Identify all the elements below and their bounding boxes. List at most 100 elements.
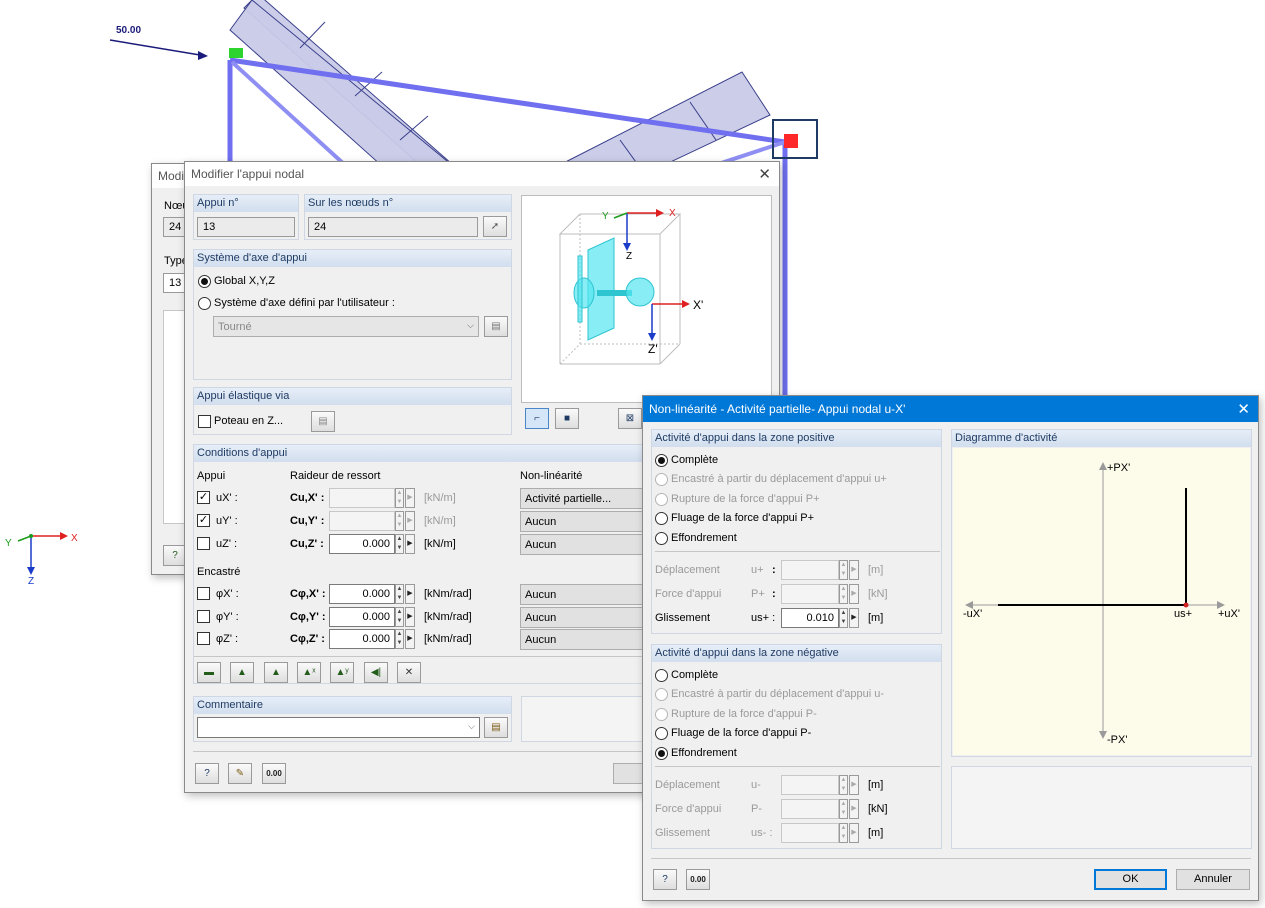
pos-failure-radio[interactable] [655, 493, 668, 506]
uy-label: uY' : [216, 515, 238, 527]
neg-slip-spinner[interactable]: ▲ ▼ [839, 823, 848, 843]
pos-slip-spinner[interactable]: ▲ ▼ [839, 608, 848, 628]
pos-complete-label: Complète [671, 454, 719, 466]
cuy-spinner[interactable]: ▲ ▼ [395, 511, 404, 531]
pos-displacement-input[interactable] [781, 560, 839, 580]
on-nodes-field[interactable]: 24 [308, 217, 478, 237]
diagram-u-positive-label: +uX' [1218, 608, 1240, 620]
view-axes-display-button[interactable]: ⊠ [618, 408, 642, 429]
pos-force-spinner[interactable]: ▲ ▼ [839, 584, 848, 604]
pos-displacement-menu-arrow[interactable]: ▶ [849, 560, 859, 580]
phiz-checkbox[interactable] [197, 632, 210, 645]
preset-hinged-button[interactable]: ▬ [197, 662, 221, 683]
neg-complete-radio[interactable] [655, 669, 668, 682]
neg-slip-input[interactable] [781, 823, 839, 843]
phix-checkbox[interactable] [197, 587, 210, 600]
cphiz-input[interactable]: 0.000 [329, 629, 395, 649]
elastic-support-header: Appui élastique via [194, 388, 511, 405]
pos-slip-menu-arrow[interactable]: ▶ [849, 608, 859, 628]
cuz-label: Cu,Z' : [290, 538, 324, 550]
diagram-p-positive-label: +PX' [1107, 462, 1131, 474]
pick-node-button[interactable]: ➚ [483, 216, 507, 237]
cphix-menu-arrow[interactable]: ▶ [405, 584, 415, 604]
cux-spinner[interactable]: ▲ ▼ [395, 488, 404, 508]
comment-combo[interactable]: ⌵ [197, 717, 480, 738]
preset-roller-y-button[interactable]: ▲ʸ [330, 662, 354, 683]
preset-free-button[interactable]: ✕ [397, 662, 421, 683]
neg-force-label: Force d'appui [655, 803, 722, 815]
cux-input[interactable] [329, 488, 395, 508]
column-z-edit-button[interactable]: ▤ [311, 411, 335, 432]
comment-header: Commentaire [194, 697, 511, 714]
units-decimals-button[interactable]: 0.00 [262, 763, 286, 784]
preset-fixed-button[interactable]: ▲ [230, 662, 254, 683]
preset-pinned-button[interactable]: ▲ [264, 662, 288, 683]
neg-displacement-spinner[interactable]: ▲ ▼ [839, 775, 848, 795]
neg-displacement-input[interactable] [781, 775, 839, 795]
neg-collapse-radio[interactable] [655, 747, 668, 760]
neg-collapse-label: Effondrement [671, 747, 737, 759]
neg-force-menu-arrow[interactable]: ▶ [849, 799, 859, 819]
axis-system-edit-button[interactable]: ▤ [484, 316, 508, 337]
close-icon[interactable]: ✕ [1237, 400, 1250, 418]
col-nonlinearity-header: Non-linéarité [520, 470, 583, 482]
preview-axis-z: Z [626, 251, 633, 262]
pos-slip-input[interactable]: 0.010 [781, 608, 839, 628]
neg-force-spinner[interactable]: ▲ ▼ [839, 799, 848, 819]
cphiy-input[interactable]: 0.000 [329, 607, 395, 627]
cuy-input[interactable] [329, 511, 395, 531]
cuz-menu-arrow[interactable]: ▶ [405, 534, 415, 554]
cuz-input[interactable]: 0.000 [329, 534, 395, 554]
preset-roller-x-button[interactable]: ▲ˣ [297, 662, 321, 683]
cux-menu-arrow[interactable]: ▶ [405, 488, 415, 508]
ok-button-partial[interactable] [613, 763, 643, 784]
rotated-axis-combo[interactable]: Tourné ⌵ [213, 316, 479, 337]
pos-force-label: Force d'appui [655, 588, 722, 600]
pos-force-menu-arrow[interactable]: ▶ [849, 584, 859, 604]
uy-checkbox[interactable]: ✓ [197, 514, 210, 527]
nonlin-units-decimals-button[interactable]: 0.00 [686, 869, 710, 890]
help-button[interactable]: ? [195, 763, 219, 784]
neg-yield-radio[interactable] [655, 727, 668, 740]
ok-button[interactable]: OK [1094, 869, 1167, 890]
preset-wall-button[interactable]: ◀| [364, 662, 388, 683]
comment-group: Commentaire ⌵ ▤ [193, 696, 512, 742]
view-axis-button[interactable]: ⌐ [525, 408, 549, 429]
pos-collapse-radio[interactable] [655, 532, 668, 545]
pos-fixed-from-disp-radio[interactable] [655, 473, 668, 486]
col-support-header: Appui [197, 470, 226, 482]
pos-displacement-spinner[interactable]: ▲ ▼ [839, 560, 848, 580]
phiy-checkbox[interactable] [197, 610, 210, 623]
pos-complete-radio[interactable] [655, 454, 668, 467]
user-axis-radio[interactable] [198, 297, 211, 310]
cphix-spinner[interactable]: ▲ ▼ [395, 584, 404, 604]
view-render-button[interactable]: ■ [555, 408, 579, 429]
neg-fixed-from-disp-radio[interactable] [655, 688, 668, 701]
cuz-spinner[interactable]: ▲ ▼ [395, 534, 404, 554]
activity-diagram-header: Diagramme d'activité [952, 430, 1251, 447]
cphiy-menu-arrow[interactable]: ▶ [405, 607, 415, 627]
cphiy-spinner[interactable]: ▲ ▼ [395, 607, 404, 627]
support-number-header: Appui n° [194, 195, 298, 212]
cphix-input[interactable]: 0.000 [329, 584, 395, 604]
uz-checkbox[interactable] [197, 537, 210, 550]
edit-notes-button[interactable]: ✎ [228, 763, 252, 784]
cuy-menu-arrow[interactable]: ▶ [405, 511, 415, 531]
close-icon[interactable]: ✕ [758, 165, 771, 183]
neg-failure-radio[interactable] [655, 708, 668, 721]
fixed-support-icon: ▲ [237, 667, 247, 678]
load-value-label: 50.00 [116, 25, 142, 36]
pos-yield-radio[interactable] [655, 512, 668, 525]
neg-displacement-menu-arrow[interactable]: ▶ [849, 775, 859, 795]
ux-checkbox[interactable]: ✓ [197, 491, 210, 504]
neg-slip-menu-arrow[interactable]: ▶ [849, 823, 859, 843]
cancel-button[interactable]: Annuler [1176, 869, 1250, 890]
comment-library-button[interactable]: ▤ [484, 717, 508, 738]
column-z-checkbox[interactable] [198, 415, 211, 428]
cphiz-spinner[interactable]: ▲ ▼ [395, 629, 404, 649]
pos-force-input[interactable] [781, 584, 839, 604]
global-axis-radio[interactable] [198, 275, 211, 288]
cphiz-menu-arrow[interactable]: ▶ [405, 629, 415, 649]
neg-force-input[interactable] [781, 799, 839, 819]
nonlin-help-button[interactable]: ? [653, 869, 677, 890]
